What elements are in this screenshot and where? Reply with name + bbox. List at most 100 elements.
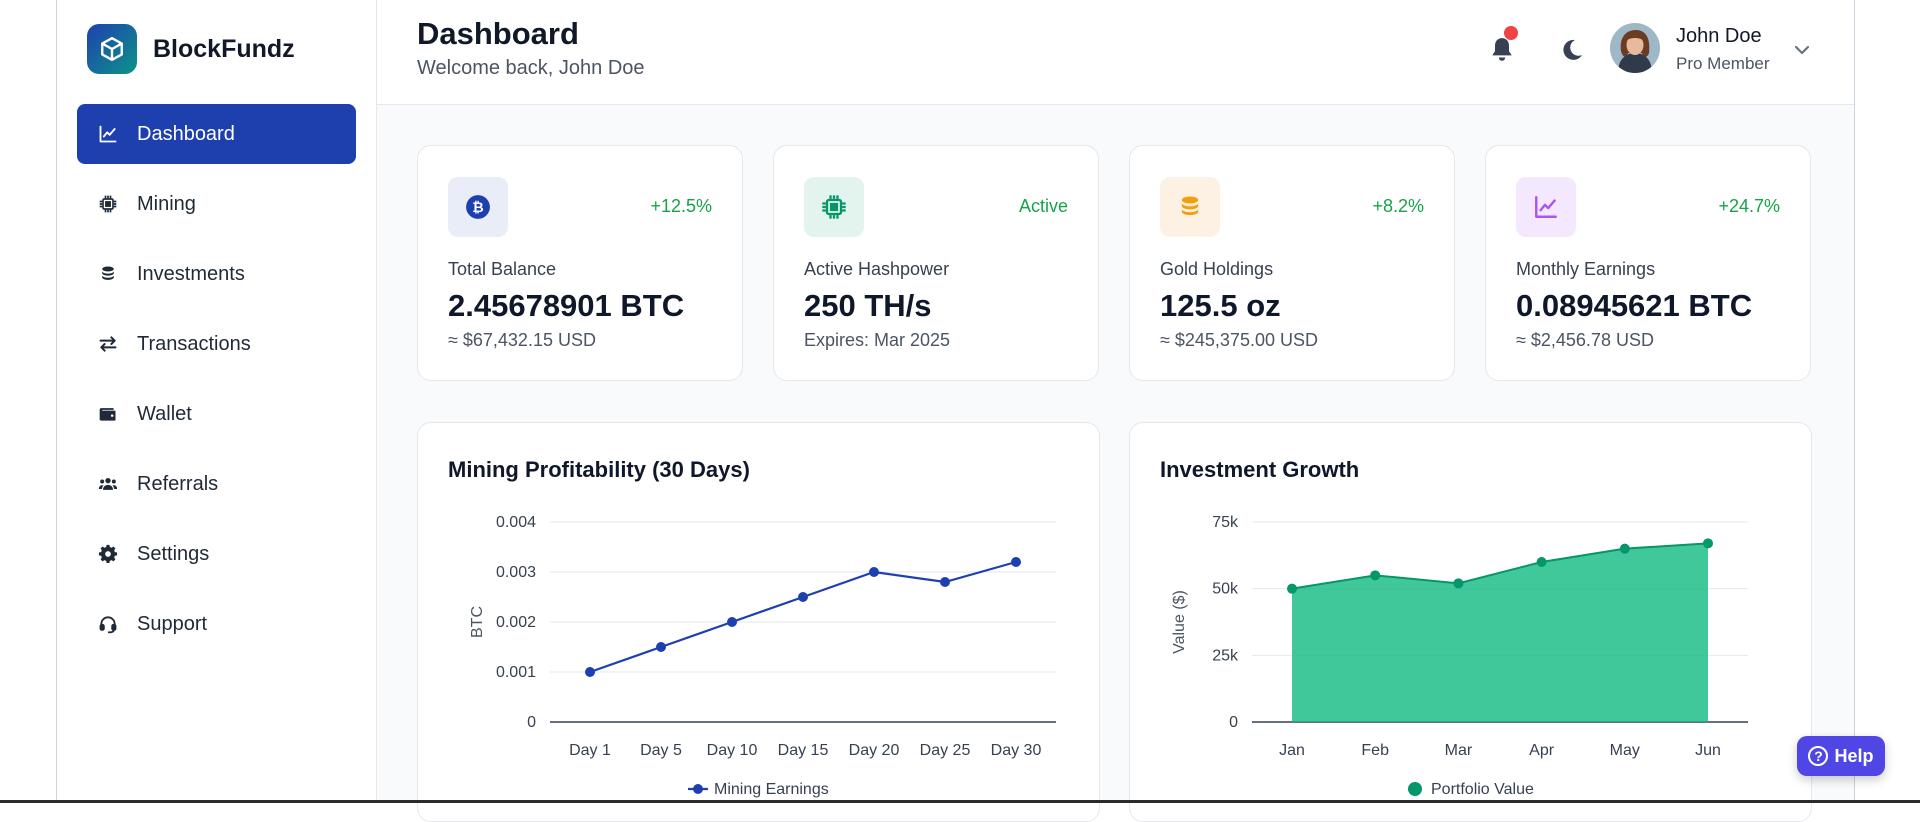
sidebar-item-dashboard[interactable]: Dashboard — [77, 104, 356, 164]
sidebar-nav: Dashboard Mining Investments Transaction… — [77, 104, 356, 664]
x-tick-label: Day 10 — [707, 742, 758, 759]
x-tick-label: Day 5 — [640, 742, 682, 759]
main-content: Dashboard Welcome back, John Doe John Do… — [377, 0, 1854, 822]
y-tick-label: 0.003 — [496, 564, 536, 581]
change-badge: +12.5% — [650, 196, 712, 216]
coins-icon — [97, 263, 119, 285]
sidebar-item-label: Investments — [137, 262, 245, 285]
stat-value: 250 TH/s — [804, 288, 932, 323]
sidebar-item-referrals[interactable]: Referrals — [77, 454, 356, 514]
moon-icon — [1563, 39, 1582, 60]
user-name[interactable]: John Doe — [1676, 25, 1762, 48]
data-point — [656, 642, 666, 652]
data-point — [1703, 538, 1713, 549]
sidebar-item-label: Support — [137, 612, 208, 635]
sidebar-item-mining[interactable]: Mining — [77, 174, 356, 234]
y-tick-label: 0.001 — [496, 664, 536, 681]
user-role: Pro Member — [1676, 54, 1770, 73]
wallet-icon — [97, 403, 119, 425]
coins-icon — [1160, 177, 1220, 237]
data-point — [1619, 543, 1630, 554]
sidebar-item-label: Dashboard — [137, 122, 235, 145]
stat-label: Total Balance — [448, 259, 557, 279]
legend-swatch — [693, 784, 703, 794]
chip-icon — [97, 193, 119, 215]
stat-label: Active Hashpower — [804, 259, 950, 279]
gear-icon — [97, 543, 119, 565]
sidebar-item-settings[interactable]: Settings — [77, 524, 356, 584]
stat-card-active-hashpower: Active Active Hashpower 250 TH/s Expires… — [773, 145, 1099, 381]
data-point — [1370, 570, 1381, 581]
stat-value: 125.5 oz — [1160, 288, 1281, 323]
stat-subtext: Expires: Mar 2025 — [804, 330, 951, 350]
sidebar-item-label: Settings — [137, 542, 210, 565]
window-frame-right — [1854, 0, 1920, 803]
y-tick-label: 25k — [1212, 647, 1239, 664]
y-axis-title: Value ($) — [1171, 590, 1188, 654]
brand-name: BlockFundz — [153, 34, 295, 63]
x-tick-label: Day 1 — [569, 742, 611, 759]
mining-profitability-card: Mining Profitability (30 Days) 0 0.001 0.0… — [417, 422, 1100, 822]
data-point — [727, 617, 737, 627]
x-tick-label: May — [1610, 742, 1640, 759]
change-badge: +24.7% — [1718, 196, 1780, 216]
stat-subtext: ≈ $67,432.15 USD — [448, 330, 596, 350]
x-tick-label: Jun — [1695, 742, 1721, 759]
chevron-down-icon[interactable] — [1790, 38, 1814, 62]
legend-swatch — [1408, 782, 1422, 796]
window-frame-left — [0, 0, 57, 803]
page-title: Dashboard — [417, 16, 579, 51]
y-tick-label: 0 — [1229, 714, 1238, 731]
y-tick-label: 75k — [1212, 514, 1239, 531]
cube-logo-icon — [87, 24, 137, 74]
question-icon: ? — [1808, 746, 1829, 766]
data-point — [798, 592, 808, 602]
x-tick-label: Jan — [1279, 742, 1305, 759]
headset-icon — [97, 613, 119, 635]
sidebar-item-support[interactable]: Support — [77, 594, 356, 654]
stat-label: Monthly Earnings — [1516, 259, 1656, 279]
help-button[interactable]: ? Help — [1797, 736, 1885, 776]
data-point — [1287, 583, 1297, 594]
status-badge: Active — [1018, 196, 1068, 216]
investment-growth-card: Investment Growth 0 25k 50k 75k Value ($) Jan… — [1129, 422, 1812, 822]
sidebar-item-label: Wallet — [137, 402, 192, 425]
change-badge: +8.2% — [1372, 196, 1424, 216]
x-tick-label: Day 30 — [991, 742, 1042, 759]
data-point — [1011, 557, 1021, 567]
data-point — [1536, 557, 1547, 567]
exchange-icon — [97, 333, 119, 355]
y-tick-label: 0.002 — [496, 614, 536, 631]
sidebar-item-label: Transactions — [137, 332, 251, 355]
y-tick-label: 0 — [527, 714, 536, 731]
mining-profitability-chart: 0 0.001 0.002 0.003 0.004 BTC Day 1 Day 5 Day 10… — [469, 514, 1056, 798]
users-icon — [97, 473, 119, 495]
investment-growth-chart: 0 25k 50k 75k Value ($) Jan Feb Mar Apr May Jun Por… — [1171, 514, 1748, 798]
notification-dot — [1504, 26, 1518, 40]
sidebar-item-investments[interactable]: Investments — [77, 244, 356, 304]
sidebar-item-wallet[interactable]: Wallet — [77, 384, 356, 444]
data-point — [940, 577, 950, 587]
stat-subtext: ≈ $245,375.00 USD — [1160, 330, 1318, 350]
x-tick-label: Feb — [1361, 742, 1389, 759]
area-fill — [1292, 543, 1708, 722]
series-line — [589, 560, 1017, 674]
brand[interactable]: BlockFundz — [87, 24, 295, 74]
legend-label: Portfolio Value — [1431, 781, 1534, 798]
sidebar-item-label: Referrals — [137, 472, 219, 495]
svg-text:₿: ₿ — [472, 199, 483, 215]
x-tick-label: Day 15 — [778, 742, 829, 759]
chart-line-icon — [1516, 177, 1576, 237]
stat-label: Gold Holdings — [1160, 259, 1274, 279]
sidebar: BlockFundz Dashboard Mining Investments … — [57, 0, 377, 803]
sidebar-item-transactions[interactable]: Transactions — [77, 314, 356, 374]
x-tick-label: Mar — [1445, 742, 1473, 759]
stat-subtext: ≈ $2,456.78 USD — [1516, 330, 1654, 350]
help-label: Help — [1834, 745, 1874, 766]
notifications-button[interactable] — [1482, 26, 1522, 70]
avatar[interactable] — [1610, 23, 1660, 73]
y-axis-title: BTC — [469, 606, 486, 638]
dark-mode-toggle[interactable] — [1552, 30, 1592, 70]
stat-card-total-balance: ₿ +12.5% Total Balance 2.45678901 BTC ≈ … — [417, 145, 743, 381]
stat-card-gold-holdings: +8.2% Gold Holdings 125.5 oz ≈ $245,375.… — [1129, 145, 1455, 381]
